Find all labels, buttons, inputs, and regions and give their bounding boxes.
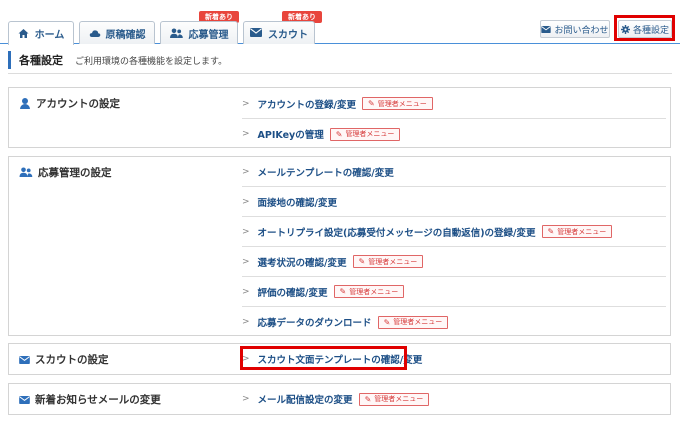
admin-menu-badge: ✎ 管理者メニュー [352,255,424,268]
scout-template-link[interactable]: スカウト文面テンプレートの確認/変更 [258,352,423,366]
section-title: アカウントの設定 [19,96,120,111]
application-download-link[interactable]: 応募データのダウンロード [258,315,372,329]
top-navigation: ホーム 原稿確認 新着あり 応募管理 新着あり スカウト お問い合わせ 各種設定 [0,0,680,45]
wrench-icon: ✎ [358,257,366,266]
admin-menu-label: 管理者メニュー [374,395,424,403]
tab-home[interactable]: ホーム [8,21,74,45]
contact-button[interactable]: お問い合わせ [540,20,610,38]
list-item: > スカウト文面テンプレートの確認/変更 [242,344,666,374]
admin-menu-badge: ✎ 管理者メニュー [362,97,433,110]
admin-menu-label: 管理者メニュー [368,257,418,266]
chevron-right-icon: > [242,317,250,327]
admin-menu-label: 管理者メニュー [345,130,395,138]
section-account-title: アカウントの設定 [36,98,120,110]
chevron-right-icon: > [242,256,250,267]
wrench-icon: ✎ [339,287,347,296]
list-item: > メールテンプレートの確認/変更 [242,157,666,187]
section-title: スカウトの設定 [19,352,109,367]
settings-button[interactable]: 各種設定 [618,20,672,38]
mail-icon [541,25,552,33]
admin-menu-badge: ✎ 管理者メニュー [358,392,430,406]
mail-delivery-link[interactable]: メール配信設定の変更 [258,392,353,406]
list-item: > APIKeyの管理 ✎ 管理者メニュー [242,119,666,149]
admin-menu-label: 管理者メニュー [557,227,607,236]
tab-scout[interactable]: スカウト [243,21,315,44]
chevron-right-icon: > [242,394,250,404]
chevron-right-icon: > [242,226,250,237]
admin-menu-badge: ✎ 管理者メニュー [541,225,613,238]
interview-location-link[interactable]: 面接地の確認/変更 [258,195,337,209]
tab-manuscript-label: 原稿確認 [105,29,146,41]
list-item: > 面接地の確認/変更 [242,187,666,217]
list-item: > オートリプライ設定(応募受付メッセージの自動返信)の登録/変更 ✎ 管理者メニ… [242,217,666,247]
wrench-icon: ✎ [368,99,375,108]
chevron-right-icon: > [242,286,250,297]
chevron-right-icon: > [242,98,250,109]
tab-applications-label: 応募管理 [188,29,229,41]
wrench-icon: ✎ [335,129,343,139]
wrench-icon: ✎ [547,227,555,236]
user-icon [19,97,31,110]
section-notification-mail-title: 新着お知らせメールの変更 [35,394,161,406]
apikey-manage-link[interactable]: APIKeyの管理 [258,127,324,141]
section-notification-mail: 新着お知らせメールの変更 > メール配信設定の変更 ✎ 管理者メニュー [8,383,671,415]
page-description: ご利用環境の各種機能を設定します。 [75,56,228,67]
section-applications-title: 応募管理の設定 [38,167,112,179]
tab-manuscript[interactable]: 原稿確認 [79,21,155,44]
section-title: 新着お知らせメールの変更 [19,392,161,407]
list-item: > アカウントの登録/変更 ✎ 管理者メニュー [242,89,666,119]
tab-scout-label: スカウト [268,29,308,41]
list-item: > 評価の確認/変更 ✎ 管理者メニュー [242,277,666,307]
divider [8,73,672,74]
mail-icon [250,27,262,39]
auto-reply-link[interactable]: オートリプライ設定(応募受付メッセージの自動返信)の登録/変更 [258,225,536,239]
gear-icon [620,24,630,34]
chevron-right-icon: > [242,166,250,177]
settings-button-label: 各種設定 [632,25,669,36]
list-item: > メール配信設定の変更 ✎ 管理者メニュー [242,384,666,414]
evaluation-link[interactable]: 評価の確認/変更 [258,285,328,299]
chevron-right-icon: > [242,196,250,207]
page-title: 各種設定 [19,54,63,67]
contact-button-label: お問い合わせ [554,25,609,36]
selection-status-link[interactable]: 選考状況の確認/変更 [258,255,347,269]
chevron-right-icon: > [242,129,250,139]
admin-menu-badge: ✎ 管理者メニュー [377,315,449,329]
tab-home-label: ホーム [34,30,65,41]
tab-applications[interactable]: 応募管理 [160,21,238,44]
chevron-right-icon: > [242,354,250,364]
section-applications: 応募管理の設定 > メールテンプレートの確認/変更 > 面接地の確認/変更 > … [8,156,671,336]
mail-icon [19,395,30,404]
account-register-link[interactable]: アカウントの登録/変更 [258,97,356,111]
users-icon [19,167,33,178]
wrench-icon: ✎ [383,317,391,327]
list-item: > 選考状況の確認/変更 ✎ 管理者メニュー [242,247,666,277]
section-title: 応募管理の設定 [19,165,112,180]
home-icon [18,28,29,39]
section-account: アカウントの設定 > アカウントの登録/変更 ✎ 管理者メニュー > APIKey… [8,87,671,148]
list-item: > 応募データのダウンロード ✎ 管理者メニュー [242,307,666,337]
section-scout-title: スカウトの設定 [35,354,109,366]
admin-menu-badge: ✎ 管理者メニュー [329,127,401,141]
admin-menu-badge: ✎ 管理者メニュー [333,285,405,298]
mail-template-link[interactable]: メールテンプレートの確認/変更 [258,165,394,179]
users-icon [169,28,183,39]
admin-menu-label: 管理者メニュー [377,99,427,108]
mail-icon [19,355,30,364]
page-header: 各種設定 ご利用環境の各種機能を設定します。 [8,51,672,69]
cloud-icon [89,28,100,39]
wrench-icon: ✎ [364,394,372,404]
admin-menu-label: 管理者メニュー [349,287,399,296]
section-scout: スカウトの設定 > スカウト文面テンプレートの確認/変更 [8,343,671,375]
admin-menu-label: 管理者メニュー [393,318,443,326]
